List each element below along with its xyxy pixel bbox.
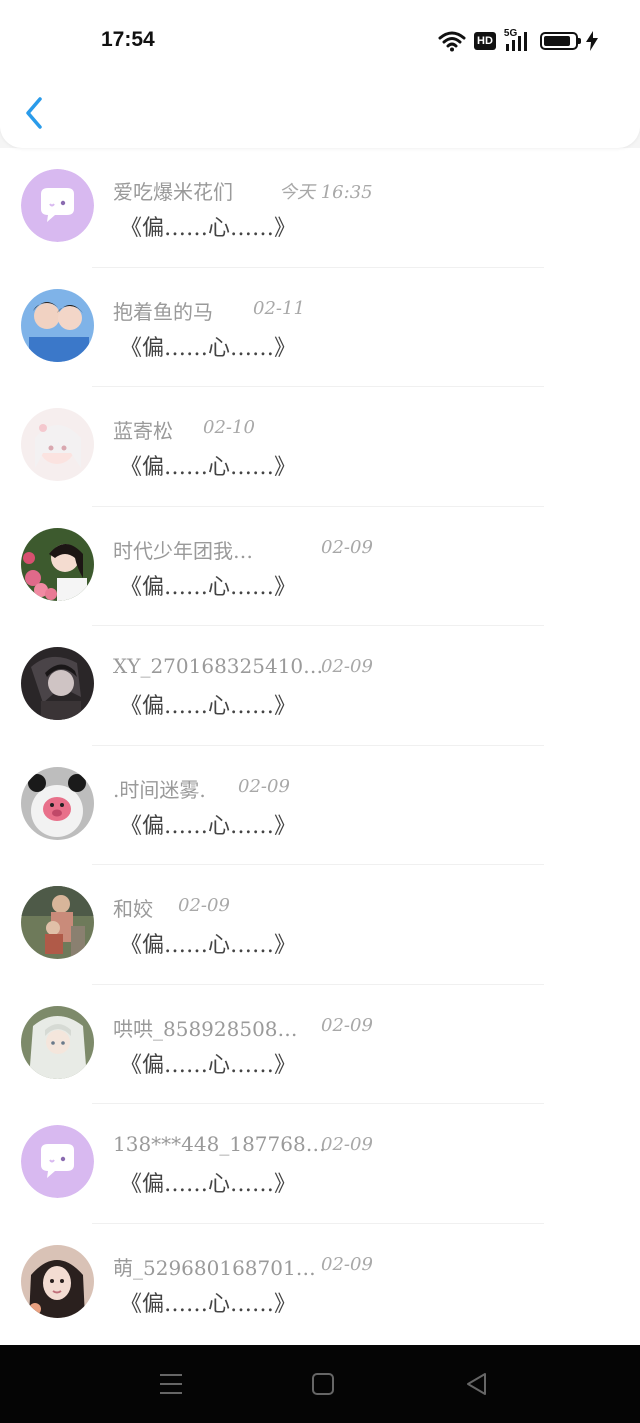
anime-pale-photo-avatar — [21, 408, 94, 481]
conversation-row[interactable]: 时代少年团我… 02-09 《偏……心……》 — [0, 507, 640, 626]
avatar[interactable] — [21, 1005, 94, 1079]
conversation-row[interactable]: 138***448_187768… 02-09 《偏……心……》 — [0, 1104, 640, 1224]
menu-button[interactable] — [156, 1369, 186, 1399]
charging-bolt-icon — [585, 31, 598, 51]
avatar[interactable] — [21, 527, 94, 601]
back-triangle-icon — [467, 1373, 486, 1395]
hd-badge: HD — [474, 32, 496, 50]
chevron-left-icon — [26, 97, 42, 129]
top-bar: 17:54 HD 5G — [0, 0, 640, 148]
status-time: 17:54 — [101, 28, 155, 51]
conversation-row[interactable]: 和姣 02-09 《偏……心……》 — [0, 865, 640, 985]
cellular-signal-icon: 5G — [504, 28, 532, 52]
message-date: 02-09 — [321, 656, 373, 677]
family-photo-avatar — [21, 886, 94, 959]
conversation-row[interactable]: 抱着鱼的马 02-11 《偏……心……》 — [0, 268, 640, 387]
contact-name: 爱吃爆米花们 — [113, 180, 233, 204]
contact-name: 抱着鱼的马 — [113, 299, 213, 324]
contact-name: XY_270168325410… — [113, 654, 324, 678]
system-navigation-bar — [0, 1345, 640, 1423]
message-date: 02-09 — [321, 536, 373, 558]
couple-photo-avatar — [21, 288, 94, 362]
back-button[interactable] — [20, 93, 50, 133]
girl-photo-avatar — [21, 1244, 94, 1318]
message-date: 02-09 — [238, 775, 290, 797]
contact-name: 时代少年团我… — [113, 538, 253, 563]
conversation-row[interactable]: .时间迷雾. 02-09 《偏……心……》 — [0, 746, 640, 865]
avatar[interactable] — [21, 766, 94, 840]
flowers-photo-avatar — [21, 527, 94, 601]
message-date: 02-09 — [178, 895, 230, 916]
wifi-icon — [438, 31, 466, 52]
chat-bubble-avatar-icon — [21, 1125, 94, 1198]
avatar[interactable] — [21, 288, 94, 362]
message-date: 今天 16:35 — [279, 182, 373, 203]
avatar[interactable] — [21, 408, 94, 481]
conversation-row[interactable]: 爱吃爆米花们 今天 16:35 《偏……心……》 — [0, 148, 640, 268]
avatar[interactable] — [21, 886, 94, 959]
avatar[interactable] — [21, 1125, 94, 1198]
conversation-list: 爱吃爆米花们 今天 16:35 《偏……心……》 抱着鱼的马 02-11 《偏…… — [0, 148, 640, 1345]
conversation-row[interactable]: 蓝寄松 02-10 《偏……心……》 — [0, 387, 640, 507]
status-icons: HD 5G — [438, 28, 606, 54]
avatar[interactable] — [21, 169, 94, 242]
chat-bubble-avatar-icon — [21, 169, 94, 242]
message-preview: 《偏……心……》 — [120, 933, 297, 958]
contact-name: 萌_529680168701… — [113, 1255, 316, 1280]
message-date: 02-09 — [321, 1253, 373, 1275]
back-nav-button[interactable] — [462, 1369, 492, 1399]
avatar[interactable] — [21, 647, 94, 720]
contact-name: 138***448_187768… — [113, 1132, 326, 1156]
message-preview: 《偏……心……》 — [120, 694, 297, 719]
message-preview: 《偏……心……》 — [120, 1291, 297, 1317]
message-preview: 《偏……心……》 — [120, 1172, 297, 1197]
white-hair-anime-photo-avatar — [21, 1005, 94, 1079]
message-preview: 《偏……心……》 — [120, 455, 297, 480]
panda-bear-photo-avatar — [21, 766, 94, 840]
message-date: 02-09 — [321, 1134, 373, 1155]
contact-name: .时间迷雾. — [113, 777, 206, 802]
conversation-row[interactable]: 萌_529680168701… 02-09 《偏……心……》 — [0, 1224, 640, 1344]
dark-anime-photo-avatar — [21, 647, 94, 720]
conversation-row[interactable]: XY_270168325410… 02-09 《偏……心……》 — [0, 626, 640, 746]
battery-icon — [539, 32, 581, 50]
message-preview: 《偏……心……》 — [120, 813, 297, 839]
message-date: 02-09 — [321, 1014, 373, 1036]
message-date: 02-11 — [253, 297, 305, 319]
menu-icon — [160, 1374, 182, 1394]
message-preview: 《偏……心……》 — [120, 216, 297, 241]
message-preview: 《偏……心……》 — [120, 574, 297, 600]
message-preview: 《偏……心……》 — [120, 1052, 297, 1078]
message-date: 02-10 — [203, 417, 255, 438]
contact-name: 蓝寄松 — [113, 419, 173, 443]
home-square-icon — [312, 1373, 334, 1395]
message-preview: 《偏……心……》 — [120, 335, 297, 361]
home-button[interactable] — [308, 1369, 338, 1399]
conversation-row[interactable]: 哄哄_858928508… 02-09 《偏……心……》 — [0, 985, 640, 1104]
contact-name: 哄哄_858928508… — [113, 1016, 298, 1041]
avatar[interactable] — [21, 1244, 94, 1318]
contact-name: 和姣 — [113, 897, 153, 921]
